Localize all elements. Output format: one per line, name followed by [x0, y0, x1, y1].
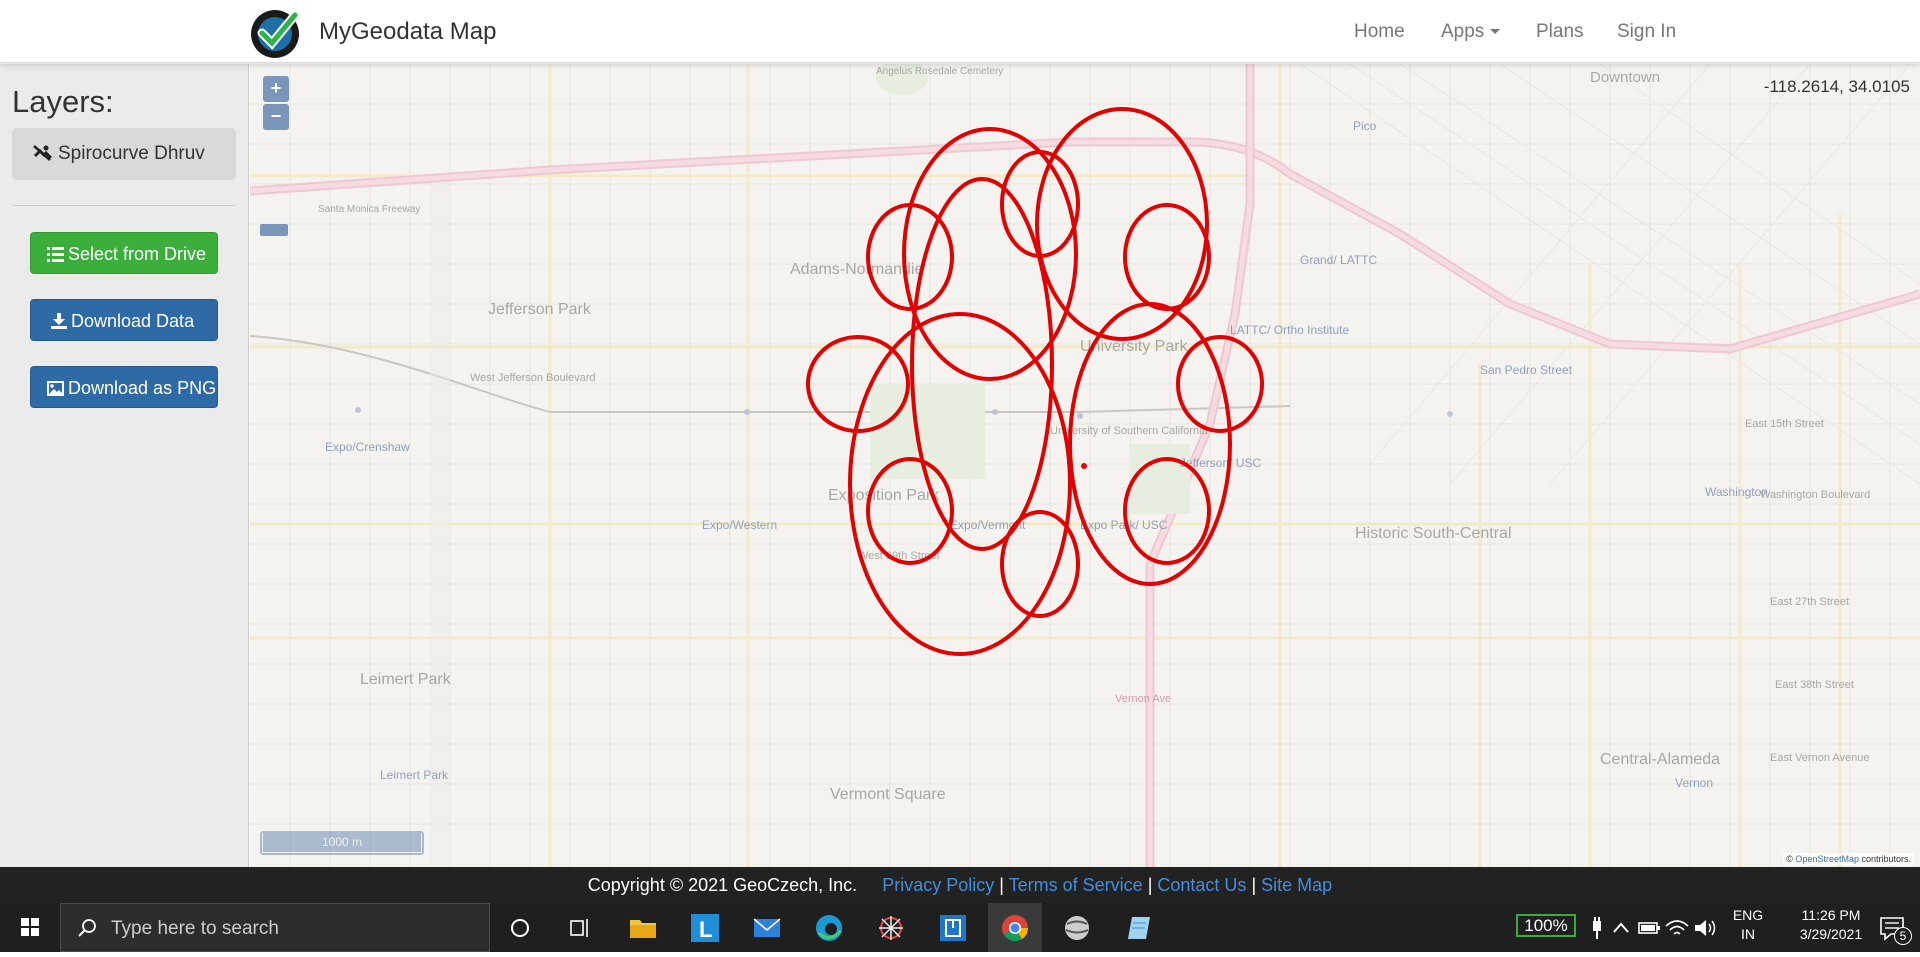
zoom-in-button[interactable]: + [263, 76, 289, 102]
windows-taskbar: Type here to search L 100% ENG IN 11:26 … [0, 903, 1920, 952]
nav-home[interactable]: Home [1354, 21, 1405, 43]
notepad-app-icon[interactable] [1124, 913, 1154, 943]
sidebar: Layers: Spirocurve Dhruv Select from Dri… [0, 64, 249, 867]
mouse-coordinates: -118.2614, 34.0105 [1763, 77, 1910, 96]
language-region: IN [1741, 926, 1755, 942]
download-png-label: Download as PNG [68, 378, 217, 398]
spiro-ellipse [1123, 457, 1211, 565]
footer-copyright: Copyright © 2021 GeoCzech, Inc. [587, 875, 858, 895]
clock-time: 11:26 PM [1801, 907, 1861, 923]
cortana-icon[interactable] [505, 913, 535, 943]
spiro-ellipse [1035, 107, 1209, 341]
spiro-ellipse [1068, 302, 1232, 586]
footer-terms-link[interactable]: Terms of Service [1009, 875, 1143, 895]
download-data-label: Download Data [71, 311, 195, 331]
chevron-up-icon[interactable] [1606, 913, 1636, 943]
chrome-active-tile[interactable] [988, 903, 1042, 952]
select-from-drive-button[interactable]: Select from Drive [30, 232, 218, 274]
zoom-slider-handle[interactable] [260, 224, 288, 236]
nav-apps[interactable]: Apps [1441, 21, 1501, 43]
nav-apps-label: Apps [1441, 21, 1485, 42]
volume-icon[interactable] [1690, 913, 1720, 943]
spiro-ellipse [1123, 203, 1211, 311]
footer-separator: | [999, 875, 1004, 895]
globe-app-icon[interactable] [1062, 913, 1092, 943]
file-explorer-icon[interactable] [628, 913, 658, 943]
download-data-button[interactable]: Download Data [30, 299, 218, 341]
footer-privacy-link[interactable]: Privacy Policy [882, 875, 994, 895]
taskbar-search-box[interactable]: Type here to search [60, 903, 490, 952]
zoom-out-button[interactable]: − [263, 104, 289, 130]
navbar: MyGeodata Map Home Apps Plans Sign In [0, 0, 1920, 63]
select-from-drive-label: Select from Drive [68, 244, 207, 264]
spiro-ellipse [1176, 335, 1264, 433]
start-button[interactable] [0, 903, 60, 952]
brand-title[interactable]: MyGeodata Map [319, 18, 496, 46]
footer-separator: | [1251, 875, 1257, 895]
caret-down-icon [1490, 29, 1501, 35]
bracket-app-icon[interactable] [938, 913, 968, 943]
spider-app-icon[interactable] [876, 913, 906, 943]
battery-percentage[interactable]: 100% [1516, 914, 1576, 937]
download-png-button[interactable]: Download as PNG [30, 366, 218, 408]
nav-plans[interactable]: Plans [1536, 21, 1584, 43]
windows-logo-icon [21, 918, 39, 936]
download-icon [51, 313, 67, 329]
mail-icon[interactable] [752, 913, 782, 943]
scale-label: 1000 m [262, 833, 422, 853]
search-icon [78, 919, 96, 937]
chrome-icon [1002, 915, 1029, 942]
layer-item[interactable]: Spirocurve Dhruv [12, 128, 236, 180]
spirocurve-ellipses [806, 107, 1264, 656]
footer-contact-link[interactable]: Contact Us [1157, 875, 1246, 895]
nav-sign-in[interactable]: Sign In [1617, 21, 1676, 43]
edge-icon[interactable] [814, 913, 844, 943]
clock-date: 3/29/2021 [1799, 926, 1863, 942]
openstreetmap-link[interactable]: OpenStreetMap [1795, 854, 1859, 864]
map-attribution: © OpenStreetMap contributors. [1783, 853, 1914, 865]
app-l-icon[interactable]: L [690, 913, 720, 943]
spirocurve-layer[interactable] [250, 64, 1920, 867]
wifi-icon[interactable] [1662, 913, 1692, 943]
layer-visibility-icon [33, 145, 53, 161]
battery-icon[interactable] [1634, 913, 1664, 943]
footer-sitemap-link[interactable]: Site Map [1261, 875, 1332, 895]
footer: Copyright © 2021 GeoCzech, Inc. Privacy … [0, 867, 1920, 903]
scale-line: 1000 m [260, 831, 424, 855]
search-placeholder: Type here to search [111, 918, 279, 939]
clock[interactable]: 11:26 PM 3/29/2021 [1786, 907, 1876, 942]
list-icon [47, 247, 64, 262]
language-code: ENG [1732, 907, 1764, 923]
divider [12, 205, 236, 206]
spiro-center-point [1081, 463, 1087, 469]
svg-text:L: L [699, 917, 712, 942]
footer-separator: | [1147, 875, 1153, 895]
image-icon [47, 381, 64, 396]
notification-count-badge: 5 [1894, 927, 1912, 945]
brand-logo-icon[interactable] [247, 7, 305, 59]
task-view-icon[interactable] [566, 913, 596, 943]
map-canvas[interactable]: Downtown Adams-Normandie Jefferson Park … [250, 64, 1920, 867]
layer-name: Spirocurve Dhruv [58, 143, 205, 164]
attribution-suffix: contributors. [1858, 854, 1911, 864]
language-indicator[interactable]: ENG IN [1728, 907, 1768, 942]
layers-heading: Layers: [12, 84, 114, 119]
